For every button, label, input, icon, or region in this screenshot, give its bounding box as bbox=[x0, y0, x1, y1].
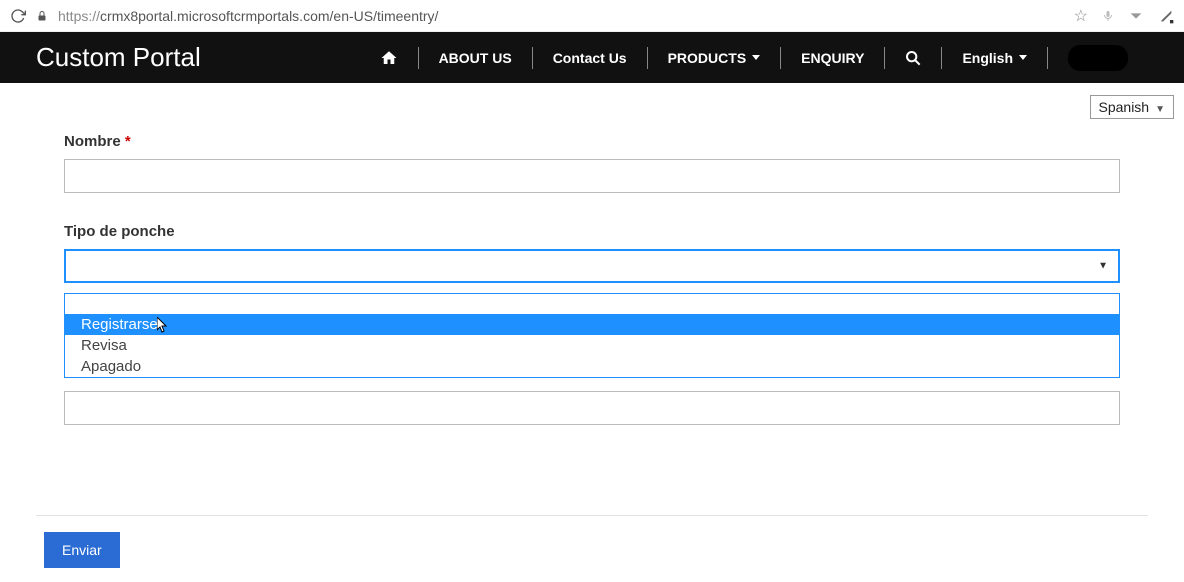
option-registrarse[interactable]: Registrarse bbox=[65, 314, 1119, 335]
nav-language[interactable]: English bbox=[942, 44, 1047, 72]
nav-home[interactable] bbox=[360, 44, 418, 72]
avatar bbox=[1068, 45, 1128, 71]
nav-enquiry[interactable]: ENQUIRY bbox=[781, 44, 884, 72]
lock-icon bbox=[36, 10, 48, 22]
url-display[interactable]: https://crmx8portal.microsoftcrmportals.… bbox=[58, 8, 1064, 24]
label-punch-type: Tipo de ponche bbox=[64, 223, 1120, 240]
label-nombre: Nombre * bbox=[64, 133, 1120, 150]
page-language-switch[interactable]: Spanish▼ bbox=[1090, 95, 1175, 119]
chevron-down-icon[interactable] bbox=[1128, 8, 1144, 24]
eyedropper-icon[interactable] bbox=[1158, 8, 1174, 24]
nav-user[interactable] bbox=[1048, 44, 1148, 72]
nav-about[interactable]: ABOUT US bbox=[419, 44, 532, 72]
cursor-icon bbox=[157, 317, 169, 333]
search-icon bbox=[905, 50, 921, 66]
star-icon[interactable]: ☆ bbox=[1074, 6, 1088, 26]
browser-address-bar: https://crmx8portal.microsoftcrmportals.… bbox=[0, 0, 1184, 32]
mic-icon[interactable] bbox=[1102, 9, 1114, 23]
submit-button[interactable]: Enviar bbox=[44, 532, 120, 568]
input-nombre[interactable] bbox=[64, 159, 1120, 193]
option-empty[interactable] bbox=[65, 294, 1119, 314]
dropdown-punch-type: Registrarse Revisa Apagado bbox=[64, 293, 1120, 378]
top-navigation: Custom Portal ABOUT US Contact Us PRODUC… bbox=[0, 32, 1184, 83]
caret-down-icon bbox=[752, 55, 760, 60]
caret-down-icon bbox=[1019, 55, 1027, 60]
reload-icon[interactable] bbox=[10, 8, 26, 24]
home-icon bbox=[380, 49, 398, 67]
nav-search[interactable] bbox=[885, 44, 941, 72]
brand-title[interactable]: Custom Portal bbox=[36, 42, 201, 73]
option-revisa[interactable]: Revisa bbox=[65, 335, 1119, 356]
nav-products[interactable]: PRODUCTS bbox=[648, 44, 781, 72]
input-ip[interactable] bbox=[64, 391, 1120, 425]
option-apagado[interactable]: Apagado bbox=[65, 356, 1119, 377]
select-punch-type[interactable]: ▼ bbox=[64, 249, 1120, 283]
divider bbox=[36, 515, 1148, 516]
nav-contact[interactable]: Contact Us bbox=[533, 44, 647, 72]
